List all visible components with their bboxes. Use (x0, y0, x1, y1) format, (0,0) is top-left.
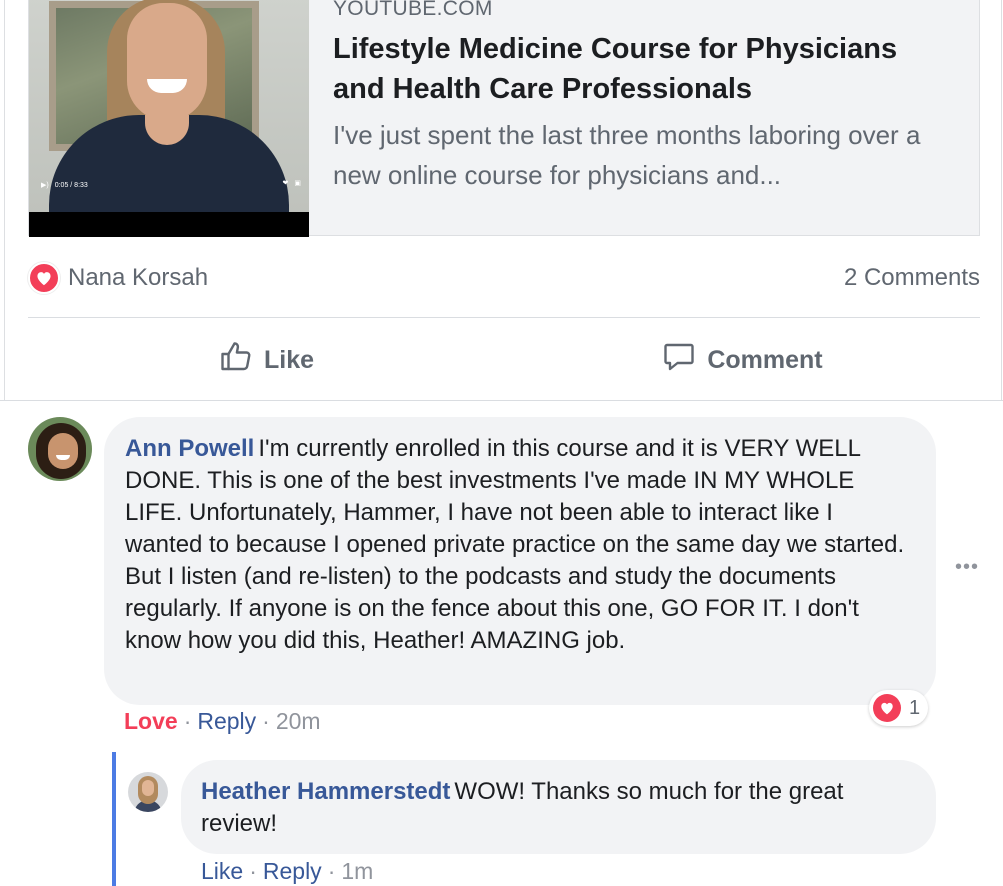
love-link[interactable]: Love (124, 708, 178, 735)
reactor-name[interactable]: Nana Korsah (68, 264, 208, 292)
thumbs-up-icon (218, 339, 254, 382)
reply-time[interactable]: 1m (341, 858, 373, 885)
comment-reaction-badge[interactable]: 1 (869, 690, 929, 726)
comment-button[interactable]: Comment (504, 330, 980, 390)
link-title[interactable]: Lifestyle Medicine Course for Physicians… (333, 29, 953, 109)
reply-meta: Like · Reply · 1m (201, 858, 374, 885)
video-thumbnail[interactable]: ▶) 0:05 / 8:33 ❤ ▣ (29, 0, 309, 237)
love-reaction-icon[interactable] (28, 262, 60, 294)
comments-count[interactable]: 2 Comments (844, 264, 980, 292)
like-button[interactable]: Like (28, 330, 504, 390)
post-border-left (4, 0, 5, 400)
comment-time[interactable]: 20m (276, 708, 321, 735)
video-time: 0:05 / 8:33 (54, 181, 88, 189)
reply-bubble: Heather Hammerstedt WOW! Thanks so much f… (181, 760, 936, 854)
more-options-icon[interactable]: ••• (955, 556, 979, 579)
reply-thread-line (112, 752, 116, 886)
link-description: I've just spent the last three months la… (333, 120, 921, 190)
link-preview-card[interactable]: ▶) 0:05 / 8:33 ❤ ▣ YOUTUBE.COM Lifestyle… (28, 0, 980, 237)
post-border-right (1001, 0, 1002, 400)
link-site: YOUTUBE.COM (333, 0, 493, 20)
volume-icon[interactable]: ▶) (41, 181, 49, 189)
reply-author[interactable]: Heather Hammerstedt (201, 778, 450, 805)
section-divider (0, 400, 1003, 401)
comment-text: I'm currently enrolled in this course an… (125, 435, 905, 654)
reactions-summary: Nana Korsah 2 Comments (28, 258, 980, 298)
reply-reply-link[interactable]: Reply (263, 858, 322, 885)
comment-meta: Love · Reply · 20m (124, 708, 321, 735)
comment-label: Comment (707, 345, 823, 374)
fullscreen-icon[interactable]: ▣ (294, 179, 301, 187)
speech-bubble-icon (661, 339, 697, 382)
like-label: Like (263, 345, 315, 374)
heart-icon (873, 694, 901, 722)
action-bar: Like Comment (28, 330, 980, 390)
reaction-count: 1 (909, 696, 921, 719)
reply-link[interactable]: Reply (197, 708, 256, 735)
heart-icon[interactable]: ❤ (283, 179, 289, 187)
comment-bubble: Ann Powell I'm currently enrolled in this… (104, 417, 936, 705)
divider (28, 317, 980, 318)
video-controls[interactable]: ▶) 0:05 / 8:33 ❤ ▣ (29, 177, 309, 193)
comment-author[interactable]: Ann Powell (125, 435, 254, 462)
reply-avatar[interactable] (128, 772, 168, 812)
avatar[interactable] (28, 417, 92, 481)
reply-like-link[interactable]: Like (201, 858, 243, 885)
